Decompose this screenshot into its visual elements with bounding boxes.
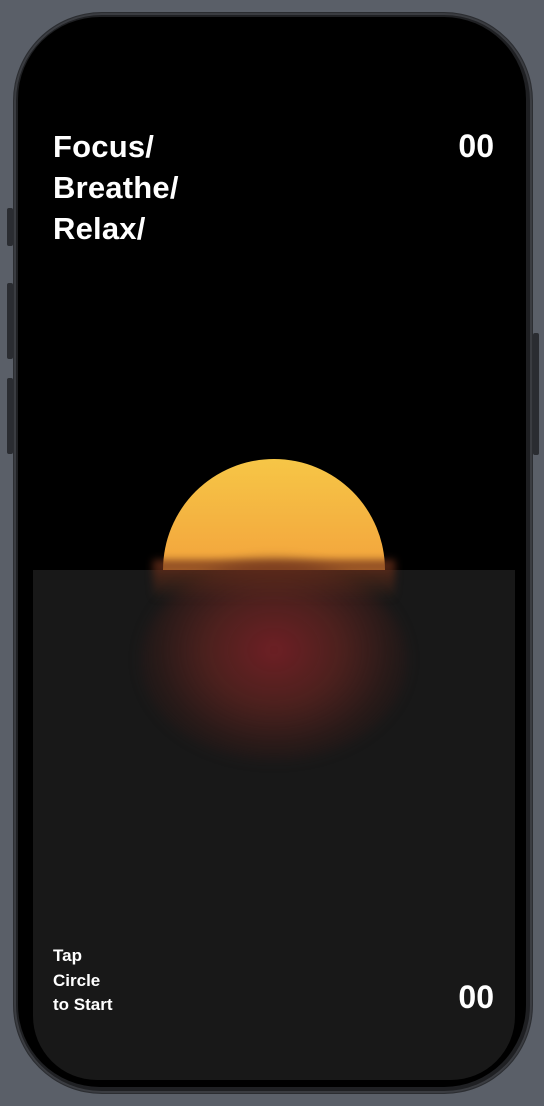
title-line-relax: Relax/	[53, 211, 146, 246]
device-background: Focus/ Breathe/ Relax/ 00 Tap Circle to …	[0, 0, 544, 1106]
volume-up-button	[7, 283, 13, 359]
hint-line-circle: Circle	[53, 970, 101, 990]
page-title: Focus/ Breathe/ Relax/	[53, 126, 179, 249]
action-button	[7, 208, 13, 246]
start-hint: Tap Circle to Start	[53, 944, 113, 1018]
bottom-counter: 00	[458, 979, 494, 1015]
hint-line-start: to Start	[53, 995, 113, 1014]
breathing-circle[interactable]	[163, 459, 385, 681]
horizon-glow	[153, 560, 395, 600]
app-screen: Focus/ Breathe/ Relax/ 00 Tap Circle to …	[33, 20, 515, 1080]
hint-line-tap: Tap	[53, 946, 82, 965]
title-line-focus: Focus/	[53, 129, 155, 164]
title-line-breathe: Breathe/	[53, 170, 179, 205]
circle-reflection	[141, 560, 407, 760]
top-counter: 00	[458, 128, 494, 164]
volume-down-button	[7, 378, 13, 454]
side-button	[533, 333, 539, 455]
